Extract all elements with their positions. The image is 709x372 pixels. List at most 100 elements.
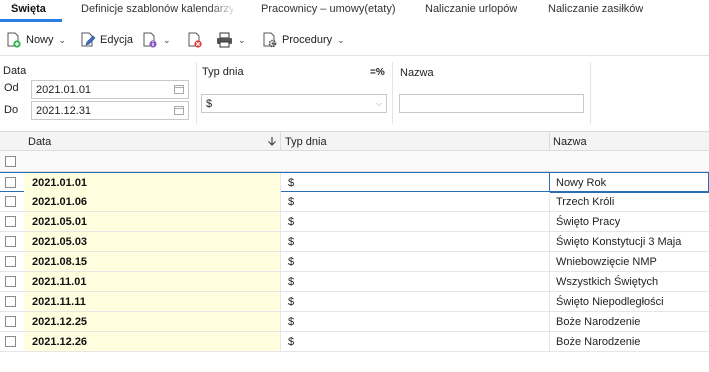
row-checkbox[interactable]: [5, 196, 16, 207]
chevron-down-icon: ⌄: [58, 34, 67, 45]
typ-dnia-operator[interactable]: =%: [370, 67, 385, 78]
column-separator: [280, 173, 281, 192]
edit-button[interactable]: Edycja: [80, 30, 133, 50]
typ-dnia-cell[interactable]: $: [288, 296, 294, 308]
table-row[interactable]: 2021.11.01 $ Wszystkich Świętych: [0, 272, 709, 292]
typ-dnia-cell[interactable]: $: [288, 256, 294, 268]
typ-dnia-select[interactable]: $ ⌵: [201, 94, 387, 113]
date-cell-value: 2021.08.15: [32, 256, 88, 268]
chevron-down-icon: ⌵: [375, 99, 382, 108]
table-row[interactable]: 2021.08.15 $ Wniebowzięcie NMP: [0, 252, 709, 272]
nazwa-cell[interactable]: Boże Narodzenie: [556, 316, 640, 328]
column-separator: [280, 212, 281, 231]
column-header-typ-dnia[interactable]: Typ dnia: [285, 136, 327, 148]
date-to-field[interactable]: 2021.12.31: [31, 101, 189, 120]
delete-button[interactable]: [187, 30, 203, 50]
tab-naliczanie-urlopow[interactable]: Naliczanie urlopów: [425, 3, 517, 15]
printer-icon: [217, 32, 232, 48]
row-checkbox[interactable]: [5, 216, 16, 227]
date-cell-value: 2021.01.06: [32, 196, 88, 208]
typ-dnia-cell[interactable]: $: [288, 216, 294, 228]
typ-dnia-select-value: $: [206, 98, 213, 110]
procedures-button[interactable]: Procedury ⌄: [262, 30, 345, 50]
active-tab-indicator: [0, 19, 62, 22]
table-row[interactable]: 2021.01.06 $ Trzech Króli: [0, 192, 709, 212]
tab-bar: Święta Definicje szablonów kalendarzy Pr…: [0, 0, 709, 22]
column-separator: [549, 292, 550, 311]
chevron-down-icon: ⌄: [163, 34, 171, 45]
table-row[interactable]: 2021.11.11 $ Święto Niepodległości: [0, 292, 709, 312]
table-row[interactable]: 2021.12.25 $ Boże Narodzenie: [0, 312, 709, 332]
row-checkbox[interactable]: [5, 256, 16, 267]
typ-dnia-cell[interactable]: $: [288, 276, 294, 288]
column-separator: [280, 252, 281, 271]
nazwa-cell[interactable]: Wniebowzięcie NMP: [556, 256, 657, 268]
nazwa-cell[interactable]: Święto Konstytucji 3 Maja: [556, 236, 681, 248]
typ-dnia-filter-label: Typ dnia: [202, 66, 244, 78]
column-header-nazwa[interactable]: Nazwa: [553, 136, 587, 148]
date-cell-value: 2021.12.25: [32, 316, 88, 328]
typ-dnia-cell[interactable]: $: [288, 177, 294, 189]
typ-dnia-cell[interactable]: $: [288, 196, 294, 208]
date-to-value: 2021.12.31: [36, 105, 92, 117]
column-separator: [280, 292, 281, 311]
column-separator: [549, 272, 550, 291]
row-checkbox[interactable]: [5, 276, 16, 287]
nazwa-cell[interactable]: Święto Niepodległości: [556, 296, 664, 308]
nazwa-input[interactable]: [399, 94, 584, 113]
column-separator: [280, 192, 281, 211]
calendar-icon[interactable]: [174, 84, 184, 94]
row-checkbox[interactable]: [5, 177, 16, 188]
nazwa-cell[interactable]: Trzech Króli: [556, 196, 614, 208]
date-from-field[interactable]: 2021.01.01: [31, 80, 189, 99]
edit-button-label: Edycja: [100, 34, 134, 46]
toolbar-divider: [0, 55, 709, 56]
tab-overflow-fade: [208, 0, 238, 18]
column-separator: [280, 332, 281, 351]
od-label: Od: [4, 82, 19, 94]
date-from-value: 2021.01.01: [36, 84, 92, 96]
calendar-icon[interactable]: [174, 105, 184, 115]
delete-document-icon: [188, 32, 202, 48]
typ-dnia-cell[interactable]: $: [288, 336, 294, 348]
table-row[interactable]: 2021.12.26 $ Boże Narodzenie: [0, 332, 709, 352]
print-button[interactable]: ⌄: [216, 30, 246, 50]
gear-document-icon: [263, 32, 277, 48]
nazwa-cell[interactable]: Nowy Rok: [556, 177, 606, 189]
filter-separator: [196, 62, 197, 124]
tab-swieta[interactable]: Święta: [11, 3, 46, 15]
filter-separator: [590, 62, 591, 124]
tab-pracownicy-umowy[interactable]: Pracownicy – umowy(etaty): [261, 3, 396, 15]
tab-naliczanie-zasilkow[interactable]: Naliczanie zasiłków: [548, 3, 643, 15]
nazwa-cell[interactable]: Święto Pracy: [556, 216, 620, 228]
table-row[interactable]: 2021.05.01 $ Święto Pracy: [0, 212, 709, 232]
row-checkbox[interactable]: [5, 316, 16, 327]
typ-dnia-cell[interactable]: $: [288, 236, 294, 248]
row-checkbox[interactable]: [5, 336, 16, 347]
column-separator: [549, 132, 550, 151]
column-separator: [280, 272, 281, 291]
sort-descending-icon[interactable]: [267, 136, 277, 147]
table-row[interactable]: 2021.01.01 $ Nowy Rok: [0, 172, 709, 193]
nazwa-filter-label: Nazwa: [400, 67, 434, 79]
info-button[interactable]: ⌄: [142, 30, 171, 50]
typ-dnia-cell[interactable]: $: [288, 316, 294, 328]
column-separator: [280, 232, 281, 251]
procedures-button-label: Procedury: [282, 34, 333, 46]
date-cell-value: 2021.05.01: [32, 216, 88, 228]
document-info-icon: [143, 32, 157, 48]
new-button[interactable]: Nowy ⌄: [6, 30, 66, 50]
row-checkbox[interactable]: [5, 296, 16, 307]
select-all-checkbox[interactable]: [5, 156, 16, 167]
date-cell-value: 2021.01.01: [32, 177, 88, 189]
column-separator: [280, 132, 281, 151]
edit-icon: [81, 32, 96, 47]
row-checkbox[interactable]: [5, 236, 16, 247]
nazwa-cell[interactable]: Wszystkich Świętych: [556, 276, 658, 288]
chevron-down-icon: ⌄: [238, 34, 246, 45]
date-cell-value: 2021.05.03: [32, 236, 88, 248]
column-header-data[interactable]: Data: [28, 136, 51, 148]
column-separator: [280, 312, 281, 331]
nazwa-cell[interactable]: Boże Narodzenie: [556, 336, 640, 348]
table-row[interactable]: 2021.05.03 $ Święto Konstytucji 3 Maja: [0, 232, 709, 252]
